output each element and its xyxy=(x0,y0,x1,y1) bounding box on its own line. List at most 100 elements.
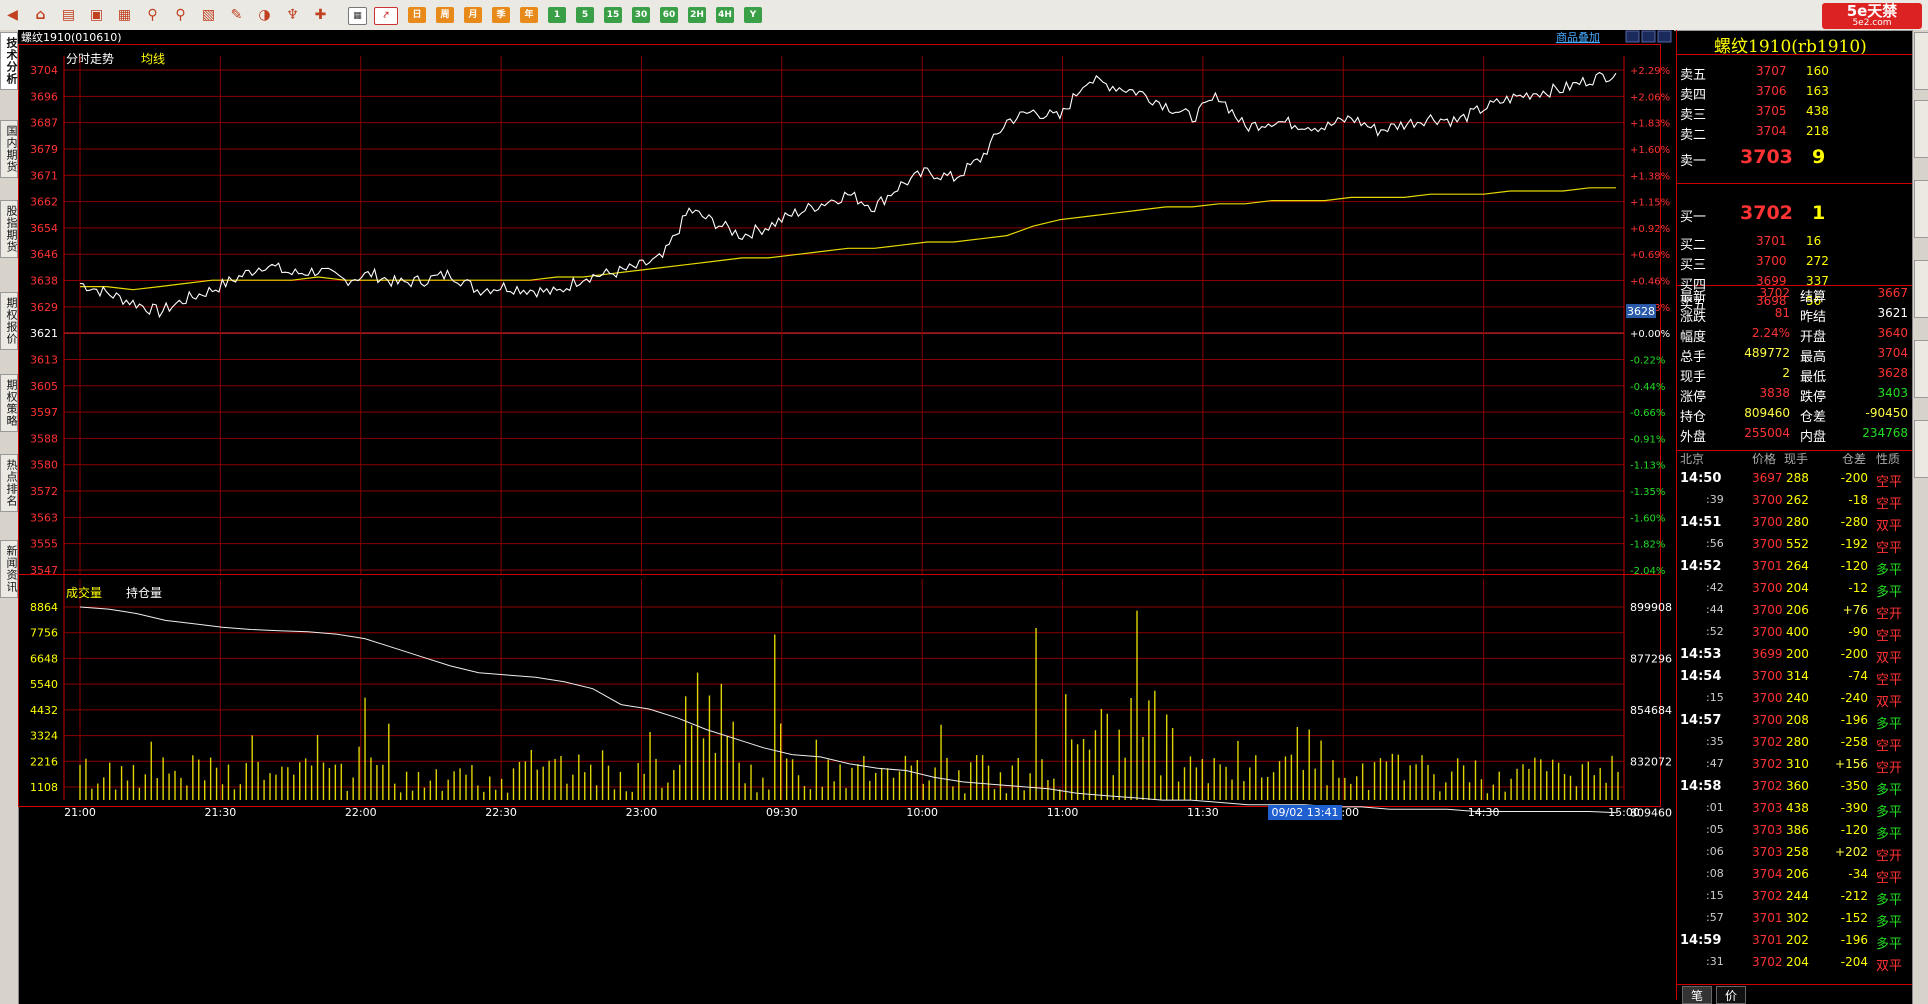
left-tab[interactable]: 技术分析 xyxy=(0,32,18,90)
tick-volume: 314 xyxy=(1786,669,1809,683)
tick-row: 14:51 3700 280 -280 双平 xyxy=(1676,515,1912,535)
stat-value: 2 xyxy=(1782,366,1790,380)
tick-price: 3702 xyxy=(1752,779,1783,793)
price-tick-label: 3662 xyxy=(30,196,58,209)
stat-label: 最高 xyxy=(1800,350,1827,365)
left-tab[interactable]: 国内期货 xyxy=(0,120,18,178)
tick-volume: 360 xyxy=(1786,779,1809,793)
tick-time: 14:58 xyxy=(1680,779,1722,794)
tick-oi-change: -240 xyxy=(1840,691,1868,705)
intraday-chart[interactable]: 螺纹1910(010610) 商品叠加分时走势 均线 3704 +2.29% 3696 +2… xyxy=(18,30,1674,1004)
instrument-title: 螺纹1910(010610) xyxy=(21,30,122,44)
tick-volume: 208 xyxy=(1786,713,1809,727)
overlay-commodity-button[interactable]: 商品叠加 xyxy=(1556,30,1600,44)
stat-label: 总手 xyxy=(1680,350,1707,365)
tick-row: :05 3703 386 -120 多平 xyxy=(1676,823,1912,843)
stat-label: 昨结 xyxy=(1800,310,1827,325)
toolbar-tool-icon[interactable]: ⌂ xyxy=(32,7,49,23)
bid-level-label: 买三 xyxy=(1680,258,1707,273)
tick-oi-change: -192 xyxy=(1840,537,1868,551)
right-tab-6[interactable] xyxy=(1914,420,1928,478)
volume-tick-label: 4432 xyxy=(30,704,58,717)
period-button[interactable]: 5 xyxy=(576,7,594,23)
period-button[interactable]: 月 xyxy=(464,7,482,23)
line-chart-icon[interactable]: ⤤ xyxy=(374,7,398,25)
ask-level-label: 卖二 xyxy=(1680,128,1707,143)
toolbar-tool-icon[interactable]: ◀ xyxy=(4,7,21,23)
tab-intraday[interactable]: 分时走势 xyxy=(66,52,114,66)
tick-oi-change: -34 xyxy=(1848,867,1868,881)
right-tab-1[interactable] xyxy=(1914,32,1928,90)
left-tab[interactable]: 期权报价 xyxy=(0,292,18,350)
tab-average[interactable]: 均线 xyxy=(141,52,165,66)
window-control-icon[interactable] xyxy=(1625,30,1640,43)
bottom-tab[interactable]: 价 xyxy=(1716,986,1746,1004)
stat-label: 幅度 xyxy=(1680,330,1707,345)
period-button[interactable]: 日 xyxy=(408,7,426,23)
tick-time: 14:57 xyxy=(1680,713,1722,728)
pct-tick-label: -1.82% xyxy=(1630,540,1665,551)
period-button[interactable]: 60 xyxy=(660,7,678,23)
period-button[interactable]: 30 xyxy=(632,7,650,23)
bottom-tab[interactable]: 笔 xyxy=(1682,986,1712,1004)
stat-value: 3621 xyxy=(1877,306,1908,320)
tick-row: :47 3702 310 +156 空开 xyxy=(1676,757,1912,777)
price-tick-label: 3597 xyxy=(30,406,58,419)
toolbar-tool-icon[interactable]: ⚲ xyxy=(144,7,161,23)
price-tick-label: 3704 xyxy=(30,64,58,77)
ticks-header-cell: 现手 xyxy=(1784,452,1809,466)
window-control-icon[interactable] xyxy=(1657,30,1672,43)
left-tab[interactable]: 热点排名 xyxy=(0,454,18,512)
stat-label: 涨跌 xyxy=(1680,310,1707,325)
bid-price: 3702 xyxy=(1740,202,1793,224)
left-tab[interactable]: 期权策略 xyxy=(0,374,18,432)
period-button[interactable]: 季 xyxy=(492,7,510,23)
period-button[interactable]: 2H xyxy=(688,7,706,23)
window-control-icon[interactable] xyxy=(1641,30,1656,43)
right-tab-4[interactable] xyxy=(1914,260,1928,318)
tick-nature: 双平 xyxy=(1876,651,1903,666)
period-button[interactable]: 4H xyxy=(716,7,734,23)
time-tick-label: 11:00 xyxy=(1047,806,1079,819)
toolbar-tool-icon[interactable]: ▣ xyxy=(88,7,105,23)
grid-icon[interactable]: ▦ xyxy=(348,7,367,25)
right-tab-2[interactable] xyxy=(1914,100,1928,158)
tick-row: :39 3700 262 -18 空平 xyxy=(1676,493,1912,513)
ask-price: 3703 xyxy=(1740,146,1793,168)
ask-volume: 160 xyxy=(1806,64,1829,78)
toolbar-tool-icon[interactable]: ◑ xyxy=(256,7,273,23)
period-button[interactable]: 周 xyxy=(436,7,454,23)
period-button[interactable]: 15 xyxy=(604,7,622,23)
tick-row: 14:50 3697 288 -200 空平 xyxy=(1676,471,1912,491)
period-button[interactable]: Y xyxy=(744,7,762,23)
quote-divider xyxy=(1676,183,1912,184)
stat-label: 内盘 xyxy=(1800,430,1827,445)
ask-price: 3707 xyxy=(1756,64,1787,78)
tick-price: 3702 xyxy=(1752,735,1783,749)
left-tab[interactable]: 股指期货 xyxy=(0,200,18,258)
tick-time: :15 xyxy=(1706,691,1724,704)
toolbar-tool-icon[interactable]: ✚ xyxy=(312,7,329,23)
pct-tick-label: +2.06% xyxy=(1630,92,1670,103)
time-tick-label: 22:30 xyxy=(485,806,517,819)
tick-row: :06 3703 258 +202 空开 xyxy=(1676,845,1912,865)
toolbar-tool-icon[interactable]: ▧ xyxy=(200,7,217,23)
toolbar-tool-icon[interactable]: ✎ xyxy=(228,7,245,23)
toolbar-tool-icon[interactable]: ⚲ xyxy=(172,7,189,23)
bid-volume: 272 xyxy=(1806,254,1829,268)
price-panel-frame xyxy=(18,44,1661,575)
period-button[interactable]: 1 xyxy=(548,7,566,23)
right-tab-3[interactable] xyxy=(1914,180,1928,238)
stat-value: 3838 xyxy=(1759,386,1790,400)
period-button[interactable]: 年 xyxy=(520,7,538,23)
volume-tick-label: 8864 xyxy=(30,601,58,614)
pct-tick-label: +1.60% xyxy=(1630,145,1670,156)
toolbar-tool-icon[interactable]: ▦ xyxy=(116,7,133,23)
volume-tick-label: 5540 xyxy=(30,678,58,691)
pct-tick-label: -1.35% xyxy=(1630,487,1665,498)
left-tab[interactable]: 新闻资讯 xyxy=(0,540,18,598)
toolbar-tool-icon[interactable]: ♆ xyxy=(284,7,301,23)
right-tab-5[interactable] xyxy=(1914,340,1928,398)
toolbar-tool-icon[interactable]: ▤ xyxy=(60,7,77,23)
tick-volume: 204 xyxy=(1786,955,1809,969)
